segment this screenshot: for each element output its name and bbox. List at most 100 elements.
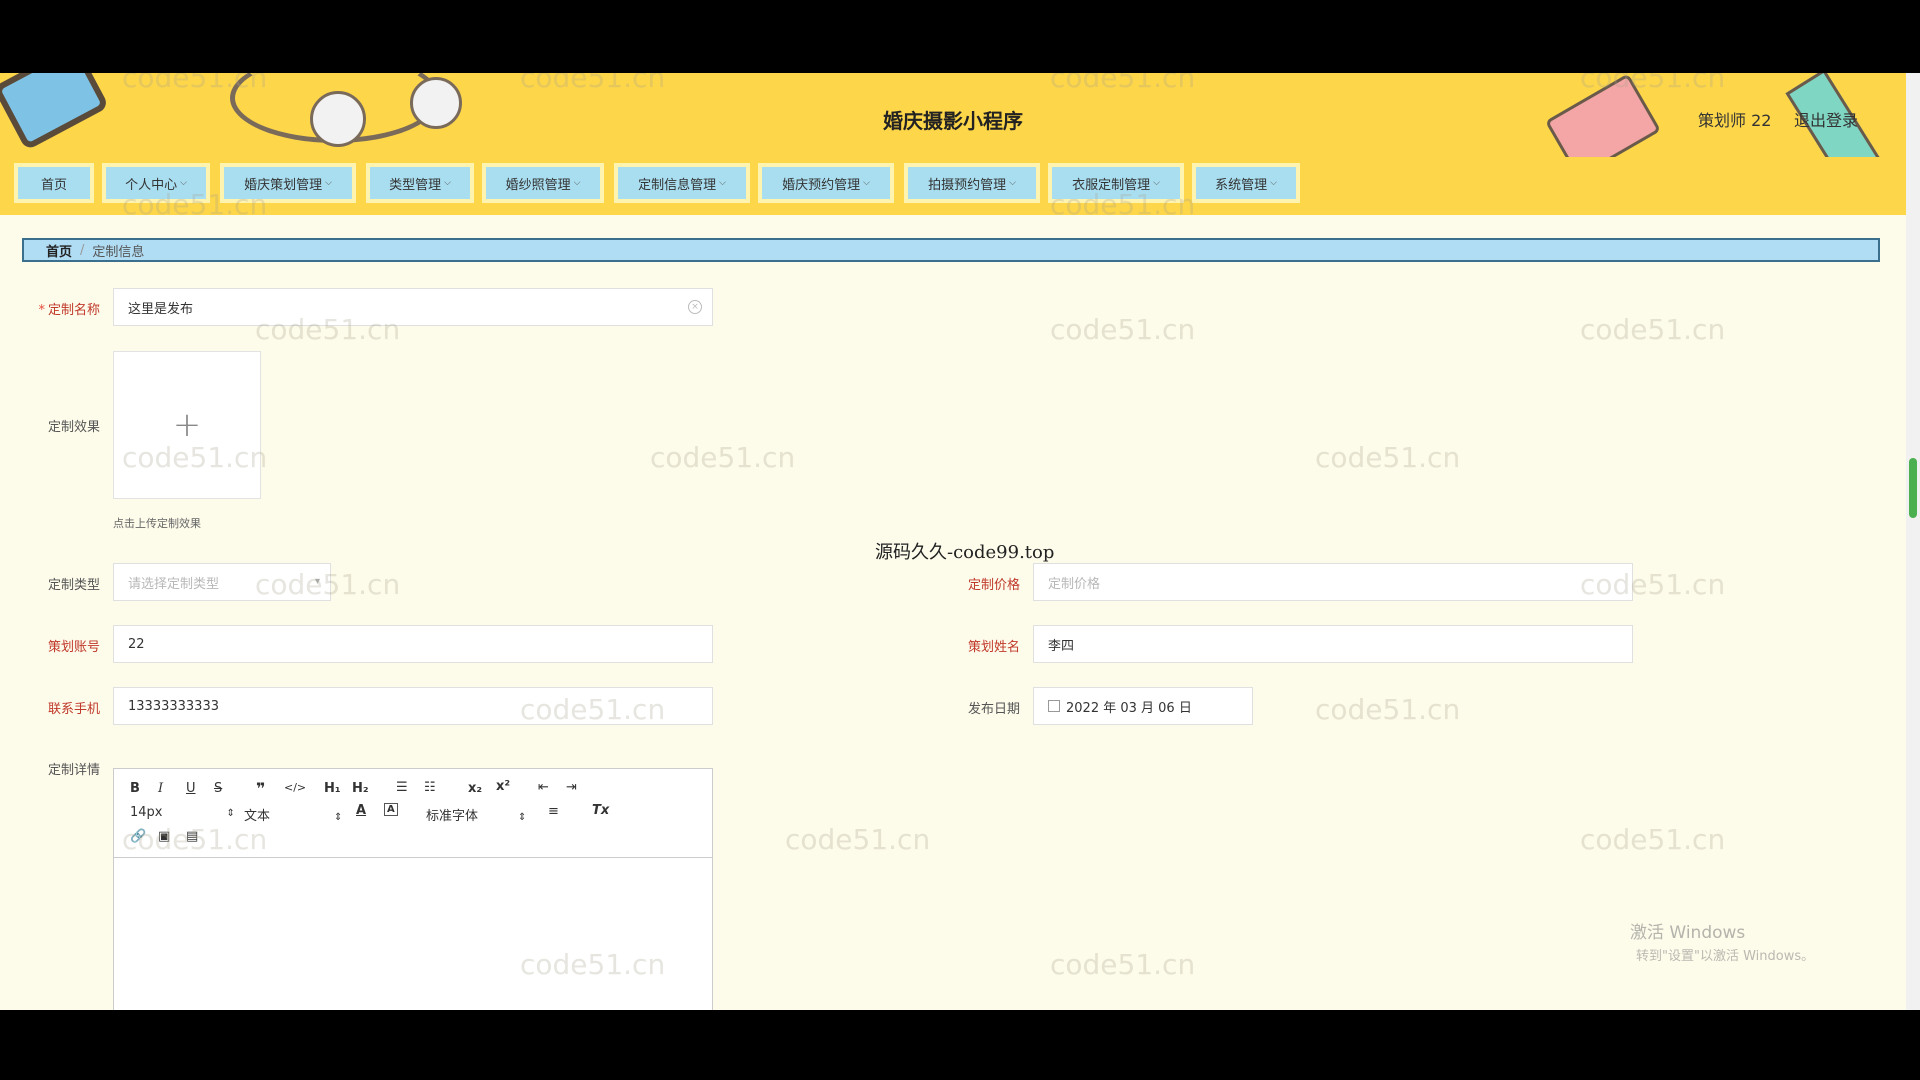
calendar-icon bbox=[1048, 700, 1060, 712]
chevron-down-icon: ⌵ bbox=[444, 178, 451, 188]
image-icon[interactable]: ▣ bbox=[158, 829, 170, 844]
select-value: 标准字体 bbox=[426, 809, 479, 824]
planner-account-input[interactable]: 22 bbox=[113, 625, 713, 663]
clear-format-icon[interactable]: Tx bbox=[592, 803, 609, 818]
header-banner: 婚庆摄影小程序 策划师 22 退出登录 bbox=[0, 73, 1906, 157]
nav-label: 衣服定制管理 bbox=[1072, 177, 1151, 193]
breadcrumb-current: 定制信息 bbox=[92, 244, 145, 260]
nav-home[interactable]: 首页 bbox=[14, 163, 94, 203]
nav-label: 系统管理 bbox=[1215, 177, 1268, 193]
editor-toolbar: B I U S ❞ </> H₁ H₂ ☰ ☷ x₂ x² ⇤ ⇥ 14px ⇕ … bbox=[114, 769, 712, 858]
breadcrumb-home[interactable]: 首页 bbox=[46, 241, 72, 260]
chevron-down-icon: ⌵ bbox=[863, 178, 870, 188]
superscript-icon[interactable]: x² bbox=[496, 779, 510, 794]
nav-label: 类型管理 bbox=[389, 177, 442, 193]
input-placeholder: 定制价格 bbox=[1048, 576, 1101, 592]
breadcrumb-separator: / bbox=[80, 242, 85, 258]
custom-name-input[interactable]: 这里是发布 × bbox=[113, 288, 713, 326]
custom-price-input[interactable]: 定制价格 bbox=[1033, 563, 1633, 601]
upload-hint: 点击上传定制效果 bbox=[113, 517, 201, 530]
select-value: 14px bbox=[130, 805, 163, 820]
watermark: code51.cn bbox=[1050, 948, 1196, 981]
heading1-icon[interactable]: H₁ bbox=[324, 781, 341, 796]
nav-wedding-booking[interactable]: 婚庆预约管理 ⌵ bbox=[758, 163, 894, 203]
text-type-select[interactable]: 文本 ⇕ bbox=[244, 805, 342, 824]
nav-type-management[interactable]: 类型管理 ⌵ bbox=[366, 163, 474, 203]
planner-account-label: 策划账号 bbox=[47, 640, 100, 655]
nav-wedding-photo[interactable]: 婚纱照管理 ⌵ bbox=[482, 163, 604, 203]
bold-icon[interactable]: B bbox=[130, 781, 140, 796]
clear-icon[interactable]: × bbox=[688, 300, 702, 314]
planner-name-input[interactable]: 李四 bbox=[1033, 625, 1633, 663]
updown-icon: ⇕ bbox=[518, 812, 527, 823]
current-user: 策划师 22 bbox=[1698, 111, 1772, 130]
plus-icon: + bbox=[172, 405, 202, 445]
watermark: code51.cn bbox=[1315, 693, 1461, 726]
custom-type-select[interactable]: 请选择定制类型 ▾ bbox=[113, 563, 331, 601]
nav-personal-center[interactable]: 个人中心 ⌵ bbox=[102, 163, 210, 203]
watermark: code51.cn bbox=[1580, 313, 1726, 346]
contact-phone-label: 联系手机 bbox=[47, 702, 100, 717]
publish-date-label: 发布日期 bbox=[967, 702, 1020, 717]
chevron-down-icon: ▾ bbox=[314, 576, 320, 587]
ordered-list-icon[interactable]: ☰ bbox=[396, 780, 408, 795]
align-icon[interactable]: ≡ bbox=[548, 804, 559, 819]
indent-icon[interactable]: ⇥ bbox=[566, 780, 577, 795]
editor-content-area[interactable] bbox=[114, 858, 712, 1010]
watermark: code51.cn bbox=[1050, 313, 1196, 346]
publish-date-picker[interactable]: 2022 年 03 月 06 日 bbox=[1033, 687, 1253, 725]
input-value: 2022 年 03 月 06 日 bbox=[1066, 700, 1192, 716]
planner-name-label: 策划姓名 bbox=[967, 640, 1020, 655]
watermark: code51.cn bbox=[785, 823, 931, 856]
input-value: 李四 bbox=[1048, 638, 1075, 654]
rich-text-editor: B I U S ❞ </> H₁ H₂ ☰ ☷ x₂ x² ⇤ ⇥ 14px ⇕ … bbox=[113, 768, 713, 1010]
font-color-icon[interactable]: A bbox=[356, 803, 366, 818]
blockquote-icon[interactable]: ❞ bbox=[256, 779, 265, 798]
source-watermark: 源码久久-code99.top bbox=[875, 542, 1055, 563]
font-size-select[interactable]: 14px ⇕ bbox=[130, 805, 235, 820]
input-value: 这里是发布 bbox=[128, 301, 194, 317]
nav-shoot-booking[interactable]: 拍摄预约管理 ⌵ bbox=[904, 163, 1040, 203]
select-value: 文本 bbox=[244, 809, 271, 824]
updown-icon: ⇕ bbox=[226, 808, 235, 819]
nav-custom-info[interactable]: 定制信息管理 ⌵ bbox=[614, 163, 750, 203]
input-value: 22 bbox=[128, 636, 145, 652]
windows-activation-title: 激活 Windows bbox=[1630, 923, 1746, 943]
custom-detail-label: 定制详情 bbox=[47, 763, 100, 778]
nav-system-management[interactable]: 系统管理 ⌵ bbox=[1192, 163, 1300, 203]
font-family-select[interactable]: 标准字体 ⇕ bbox=[426, 805, 526, 824]
bullet-list-icon[interactable]: ☷ bbox=[424, 780, 436, 795]
underline-icon[interactable]: U bbox=[186, 781, 196, 796]
nav-label: 婚纱照管理 bbox=[505, 177, 571, 193]
nav-wedding-planning[interactable]: 婚庆策划管理 ⌵ bbox=[220, 163, 356, 203]
code-icon[interactable]: </> bbox=[284, 781, 306, 794]
label-text: 定制名称 bbox=[47, 303, 100, 318]
heading2-icon[interactable]: H₂ bbox=[352, 781, 369, 796]
nav-label: 婚庆策划管理 bbox=[244, 177, 323, 193]
scrollbar-thumb[interactable] bbox=[1909, 458, 1917, 518]
chevron-down-icon: ⌵ bbox=[1153, 178, 1160, 188]
logout-button[interactable]: 退出登录 bbox=[1794, 107, 1858, 131]
chevron-down-icon: ⌵ bbox=[1270, 178, 1277, 188]
custom-price-label: 定制价格 bbox=[967, 578, 1020, 593]
video-icon[interactable]: ▤ bbox=[186, 829, 198, 844]
background-color-icon[interactable]: A bbox=[384, 803, 398, 816]
italic-icon[interactable]: I bbox=[158, 781, 163, 796]
subscript-icon[interactable]: x₂ bbox=[468, 781, 482, 796]
strikethrough-icon[interactable]: S bbox=[214, 781, 222, 796]
custom-name-label: * 定制名称 bbox=[10, 299, 100, 318]
contact-phone-input[interactable]: 13333333333 bbox=[113, 687, 713, 725]
watermark: code51.cn bbox=[1580, 823, 1726, 856]
nav-clothing-custom[interactable]: 衣服定制管理 ⌵ bbox=[1048, 163, 1184, 203]
image-upload[interactable]: + bbox=[113, 351, 261, 499]
updown-icon: ⇕ bbox=[334, 812, 343, 823]
input-value: 13333333333 bbox=[128, 698, 219, 714]
windows-activation-subtitle: 转到"设置"以激活 Windows。 bbox=[1636, 949, 1815, 964]
chevron-down-icon: ⌵ bbox=[325, 178, 332, 188]
app-screen: 婚庆摄影小程序 策划师 22 退出登录 首页 个人中心 ⌵ 婚庆策划管理 ⌵ 类型管… bbox=[0, 73, 1920, 1010]
chevron-down-icon: ⌵ bbox=[180, 178, 187, 188]
watermark: code51.cn bbox=[650, 441, 796, 474]
page-scrollbar[interactable] bbox=[1906, 73, 1920, 1010]
outdent-icon[interactable]: ⇤ bbox=[538, 780, 549, 795]
link-icon[interactable]: 🔗 bbox=[130, 829, 146, 844]
